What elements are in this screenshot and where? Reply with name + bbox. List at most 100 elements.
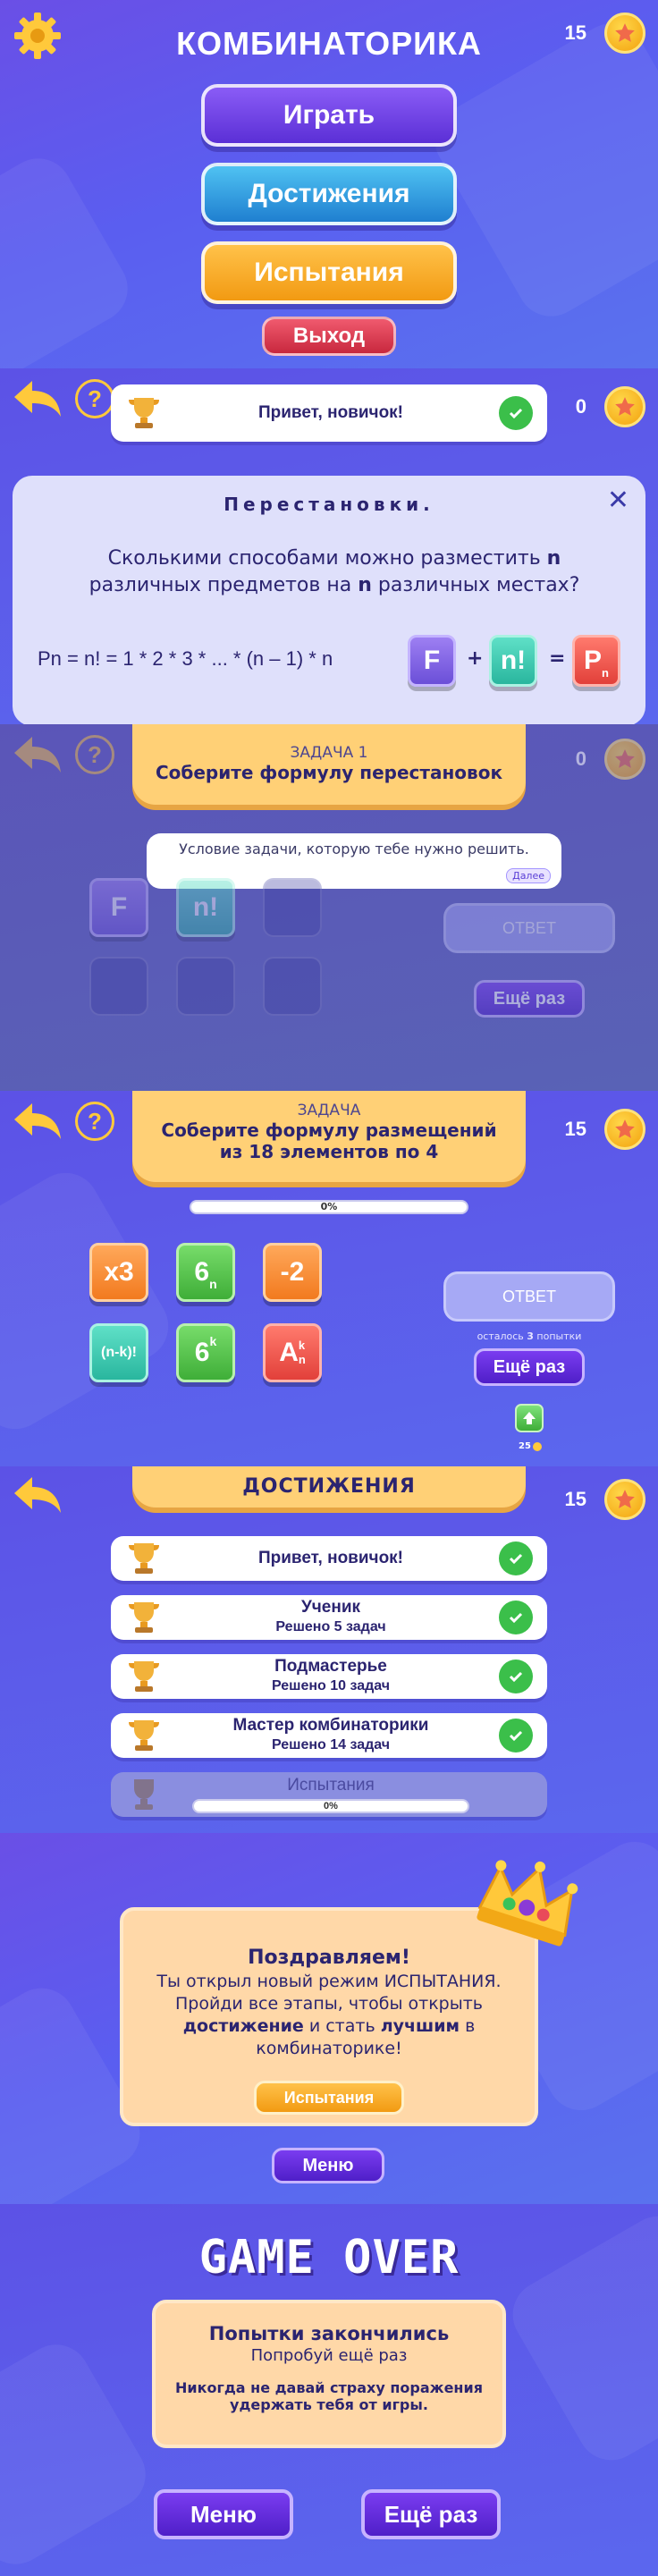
menu-button[interactable]: Меню	[154, 2489, 293, 2539]
coin-counter: 15	[565, 1479, 645, 1520]
tile-f[interactable]: F	[89, 878, 148, 937]
star-coin-icon	[604, 1109, 645, 1150]
tile-n-minus-k-factorial[interactable]: (n-k)!	[89, 1323, 148, 1382]
tile-p-label: P	[584, 646, 603, 675]
back-arrow-icon[interactable]	[13, 1474, 63, 1516]
task-text-line2: из 18 элементов по 4	[219, 1141, 439, 1162]
coin-count: 15	[564, 1488, 586, 1510]
trophy-icon	[129, 1661, 159, 1692]
go-line1: Попытки закончились	[208, 2323, 450, 2344]
answer-label: ОТВЕТ	[502, 1287, 556, 1305]
achievement-subtitle: Решено 5 задач	[275, 1619, 386, 1634]
achievement-text: Испытания 0%	[163, 1776, 499, 1813]
retry-button[interactable]: Ещё раз	[474, 980, 585, 1018]
achievement-title: Привет, новичок!	[257, 1549, 404, 1567]
trophy-icon	[129, 398, 159, 428]
toast-text: Привет, новичок!	[257, 403, 404, 422]
tile-6n[interactable]: 6n	[176, 1243, 235, 1302]
back-arrow-icon[interactable]	[13, 1100, 63, 1143]
answer-field[interactable]: ОТВЕТ	[443, 903, 615, 953]
achievement-item: Ученик Решено 5 задач	[111, 1595, 547, 1640]
tile-f-label: F	[423, 646, 441, 675]
next-button[interactable]: Далее	[506, 868, 551, 883]
coin-count: 0	[575, 395, 586, 418]
tile-n-factorial-label: n!	[192, 892, 219, 922]
answer-field[interactable]: ОТВЕТ	[443, 1271, 615, 1322]
help-icon[interactable]: ?	[75, 379, 114, 418]
congrats-end: в	[460, 2016, 476, 2036]
tutorial-screen: ? 0 ЗАДАЧА 1 Соберите формулу перестанов…	[0, 724, 658, 1091]
tile-6k[interactable]: 6k	[176, 1323, 235, 1382]
achievement-title: Испытания	[287, 1776, 375, 1795]
task-banner: ЗАДАЧА 1 Соберите формулу перестановок	[132, 724, 526, 805]
progress-bar: 0%	[192, 1799, 469, 1813]
help-icon[interactable]: ?	[75, 735, 114, 774]
help-icon[interactable]: ?	[75, 1102, 114, 1141]
achievement-subtitle: Решено 14 задач	[271, 1737, 391, 1753]
tile-x3[interactable]: x3	[89, 1243, 148, 1302]
tooltip-text: Условие задачи, которую тебе нужно решит…	[179, 840, 529, 857]
game-screen: ? 15 ЗАДАЧА Соберите формулу размещений …	[0, 1091, 658, 1466]
retry-label: Ещё раз	[493, 1356, 566, 1377]
achievement-item: Привет, новичок!	[111, 1536, 547, 1581]
star-coin-icon	[604, 386, 645, 427]
back-arrow-icon[interactable]	[13, 733, 63, 776]
hint-cost-value: 25	[519, 1441, 531, 1451]
exit-label: Выход	[292, 324, 366, 348]
tile-p: Pn	[572, 635, 620, 687]
task-text-line1: Соберите формулу размещений	[161, 1119, 497, 1141]
tile-main: x3	[104, 1257, 134, 1287]
back-arrow-icon[interactable]	[13, 377, 63, 420]
theory-card: Перестановки. ✕ Сколькими способами можн…	[13, 476, 645, 724]
coin-icon	[532, 1441, 542, 1451]
question-part-c: различных местах?	[371, 574, 580, 596]
tile-slot	[176, 957, 235, 1016]
tile-a-k-n[interactable]: Akn	[263, 1323, 322, 1382]
achievement-item-locked: Испытания 0%	[111, 1772, 547, 1817]
challenges-button[interactable]: Испытания	[254, 2081, 404, 2115]
star-coin-icon	[604, 1479, 645, 1520]
challenges-button[interactable]: Испытания	[201, 241, 457, 304]
retry-button[interactable]: Ещё раз	[361, 2489, 501, 2539]
achievements-button[interactable]: Достижения	[201, 163, 457, 225]
attempts-suffix: попытки	[533, 1330, 582, 1342]
tile-n-factorial[interactable]: n!	[176, 878, 235, 937]
hint-button[interactable]	[515, 1404, 544, 1432]
tile-slot	[89, 957, 148, 1016]
tile-minus2[interactable]: -2	[263, 1243, 322, 1302]
trophy-icon	[129, 1720, 159, 1751]
retry-button[interactable]: Ещё раз	[474, 1348, 585, 1386]
check-icon	[499, 1719, 533, 1753]
coin-count: 0	[575, 747, 586, 770]
congrats-line1: Ты открыл новый режим ИСПЫТАНИЯ.	[156, 1972, 502, 1991]
congrats-mid: и стать	[303, 2016, 381, 2036]
play-button[interactable]: Играть	[201, 84, 457, 147]
achievement-subtitle: Решено 10 задач	[271, 1678, 391, 1693]
go-line4: удержать тебя от игры.	[230, 2396, 428, 2413]
exit-button[interactable]: Выход	[262, 317, 396, 356]
go-line2: Попробуй ещё раз	[250, 2346, 408, 2365]
coin-counter: 0	[576, 739, 645, 780]
achievements-screen: 15 ДОСТИЖЕНИЯ Привет, новичок! Ученик Реш…	[0, 1466, 658, 1833]
arrow-up-icon	[523, 1412, 536, 1424]
close-icon[interactable]: ✕	[607, 485, 629, 516]
congrats-bold2: лучшим	[380, 2016, 460, 2036]
question-n1: n	[546, 547, 561, 570]
game-title: КОМБИНАТОРИКА	[176, 25, 482, 62]
retry-label: Ещё раз	[493, 988, 566, 1009]
menu-button[interactable]: Меню	[272, 2148, 384, 2183]
tile-sup: k	[298, 1339, 306, 1352]
achievement-toast: Привет, новичок!	[111, 384, 547, 442]
tile-slot	[263, 878, 322, 937]
tile-sup: k	[209, 1334, 217, 1348]
task-banner: ЗАДАЧА Соберите формулу размещений из 18…	[132, 1091, 526, 1182]
coin-counter: 15	[565, 1109, 645, 1150]
coin-count: 15	[564, 1118, 586, 1140]
achievement-title: Ученик	[300, 1598, 361, 1617]
tile-f-label: F	[110, 892, 128, 922]
achievement-item: Подмастерье Решено 10 задач	[111, 1654, 547, 1699]
task-text: Соберите формулу перестановок	[155, 762, 503, 783]
progress-label: 0%	[320, 1201, 338, 1212]
congrats-title: Поздравляем!	[248, 1947, 410, 1969]
challenges-label: Испытания	[283, 2088, 375, 2107]
